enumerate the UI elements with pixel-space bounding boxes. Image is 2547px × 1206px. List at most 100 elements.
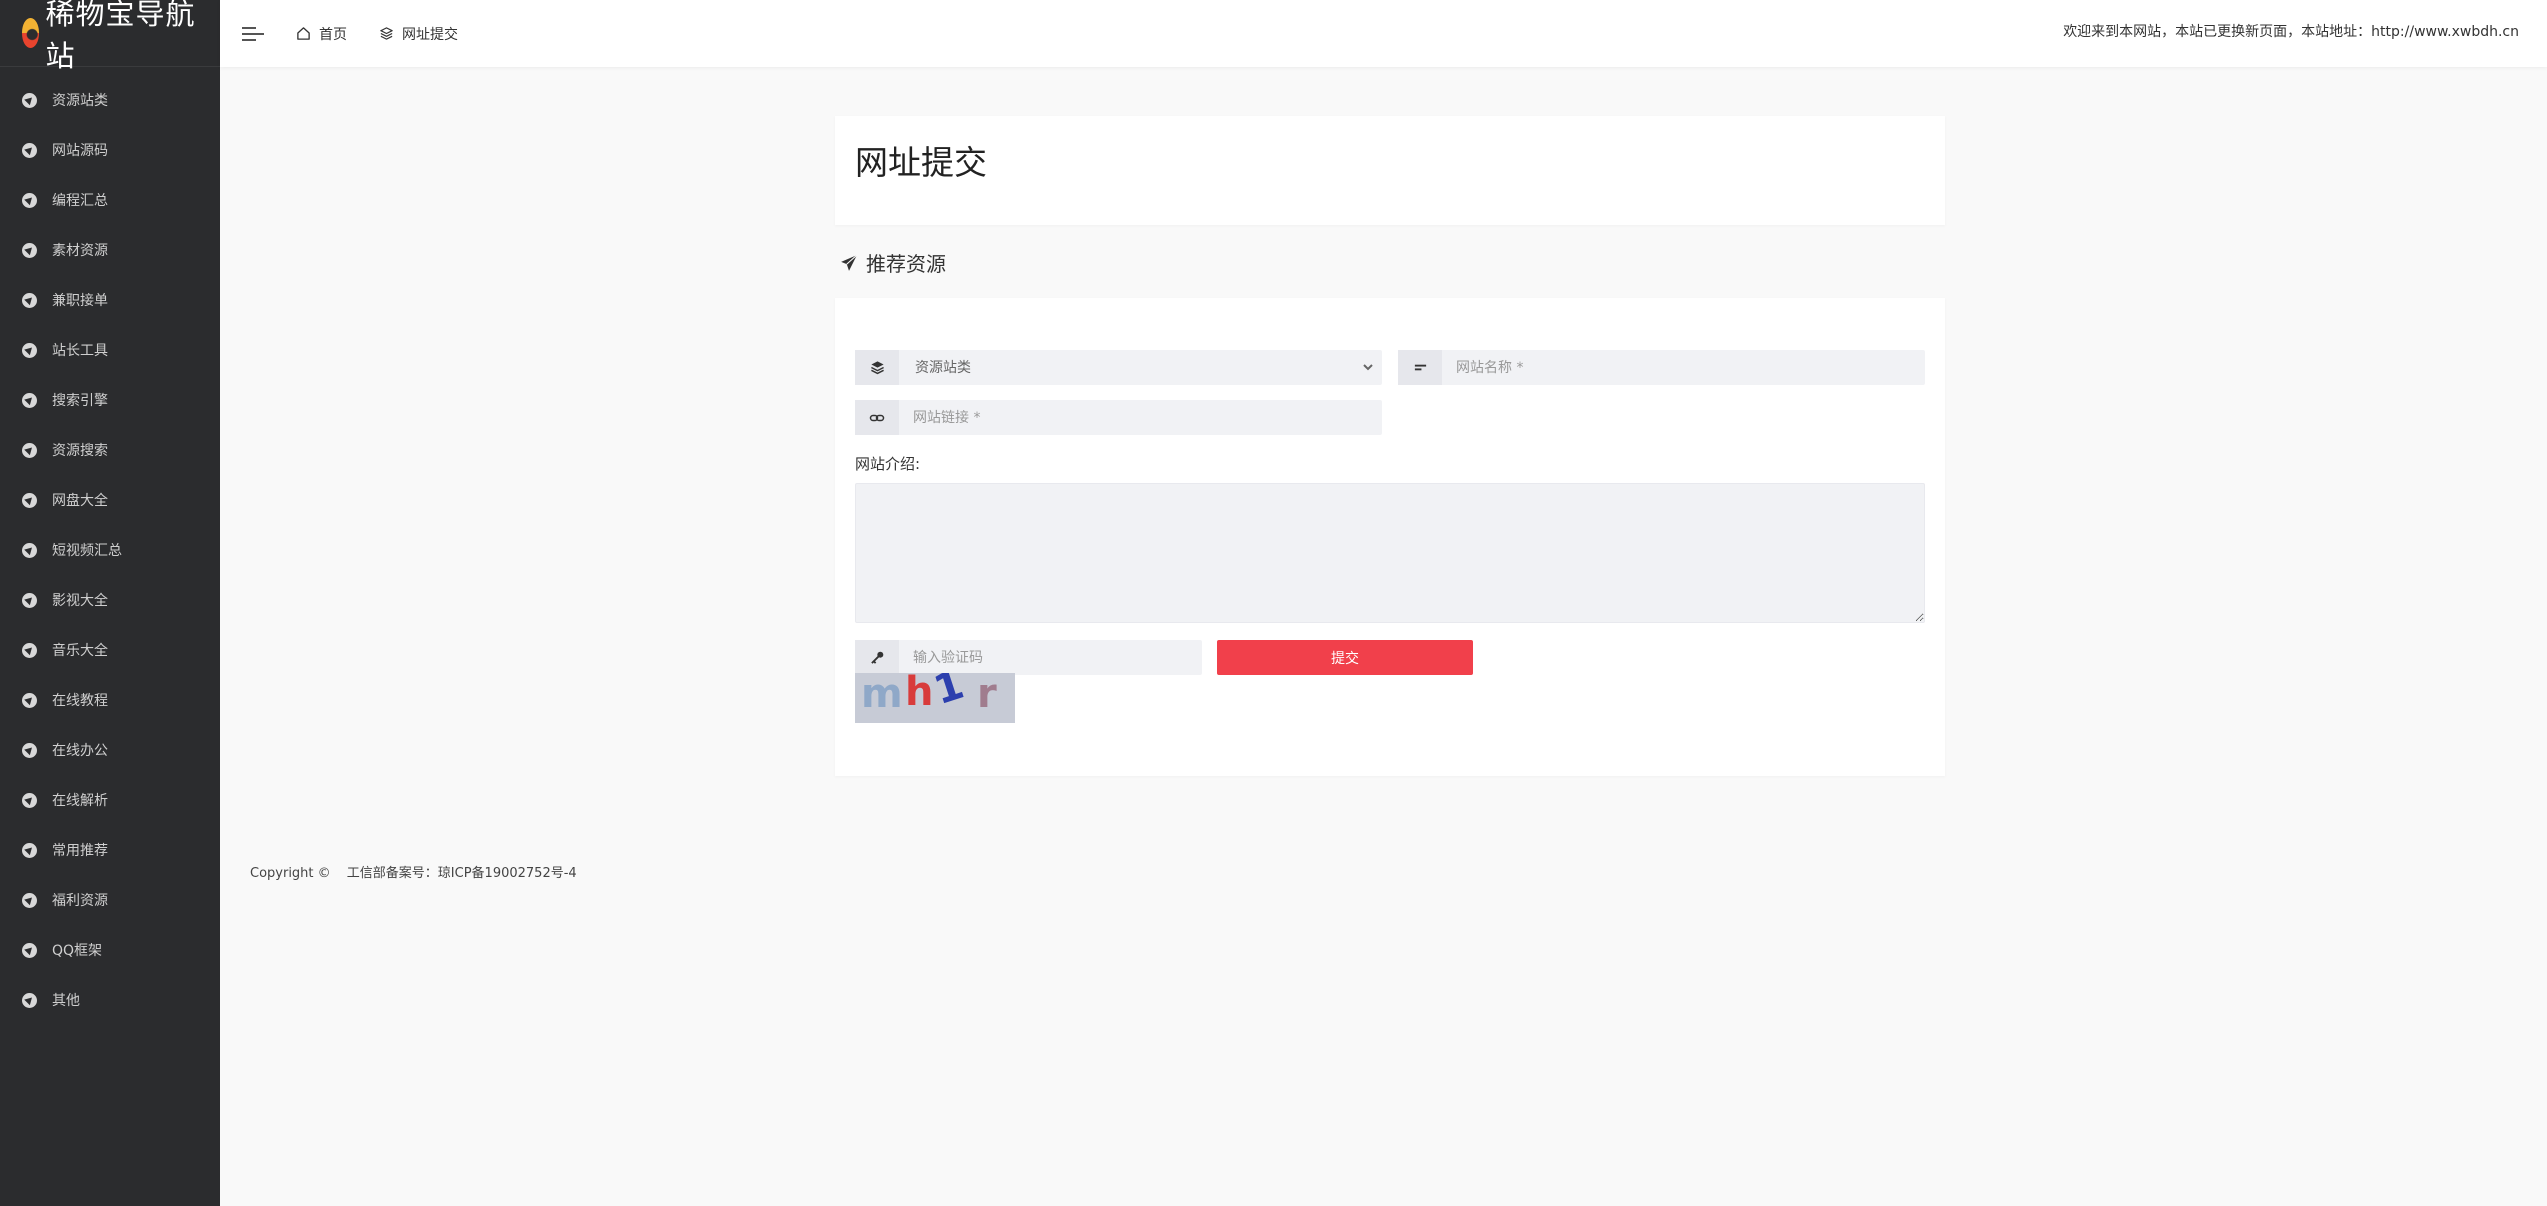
captcha-input[interactable] bbox=[899, 640, 1202, 675]
sidebar-item[interactable]: 在线办公 bbox=[0, 725, 220, 775]
compass-icon bbox=[22, 692, 37, 708]
compass-icon bbox=[22, 392, 37, 408]
compass-icon bbox=[22, 242, 37, 258]
sidebar: 稀物宝导航站 资源站类 网站源码 编程汇总 素材资源 兼职接单 站长工具 搜索引… bbox=[0, 0, 220, 1206]
nav-home-label: 首页 bbox=[319, 26, 347, 43]
sidebar-item[interactable]: QQ框架 bbox=[0, 925, 220, 975]
section-title: 推荐资源 bbox=[866, 252, 946, 276]
sidebar-item-label: 在线解析 bbox=[52, 793, 108, 809]
sidebar-item[interactable]: 素材资源 bbox=[0, 225, 220, 275]
site-logo[interactable]: 稀物宝导航站 bbox=[0, 0, 220, 73]
sidebar-item[interactable]: 其他 bbox=[0, 975, 220, 1025]
site-link-addon bbox=[855, 400, 899, 435]
page-footer: Copyright © 工信部备案号：琼ICP备19002752号-4 bbox=[250, 862, 589, 881]
sidebar-item[interactable]: 在线教程 bbox=[0, 675, 220, 725]
sidebar-item-label: 其他 bbox=[52, 993, 80, 1009]
compass-icon bbox=[22, 342, 37, 358]
captcha-char: h bbox=[905, 673, 934, 715]
sidebar-item[interactable]: 音乐大全 bbox=[0, 625, 220, 675]
sidebar-item-label: 福利资源 bbox=[52, 893, 108, 909]
sidebar-item-label: 常用推荐 bbox=[52, 843, 108, 859]
compass-icon bbox=[22, 542, 37, 558]
intro-textarea[interactable] bbox=[855, 483, 1925, 623]
sidebar-nav: 资源站类 网站源码 编程汇总 素材资源 兼职接单 站长工具 搜索引擎 资源搜索 … bbox=[0, 67, 220, 1025]
site-link-input[interactable] bbox=[899, 400, 1382, 435]
compass-icon bbox=[22, 992, 37, 1008]
sidebar-item[interactable]: 网站源码 bbox=[0, 125, 220, 175]
section-heading: 推荐资源 bbox=[840, 248, 946, 277]
sidebar-item-label: 在线办公 bbox=[52, 743, 108, 759]
welcome-message: 欢迎来到本网站，本站已更换新页面，本站地址：http://www.xwbdh.c… bbox=[2063, 24, 2519, 40]
site-name: 稀物宝导航站 bbox=[45, 0, 196, 73]
sidebar-item-label: 网盘大全 bbox=[52, 493, 108, 509]
site-name-addon bbox=[1398, 350, 1442, 385]
sidebar-item[interactable]: 兼职接单 bbox=[0, 275, 220, 325]
sidebar-item[interactable]: 福利资源 bbox=[0, 875, 220, 925]
sidebar-item[interactable]: 编程汇总 bbox=[0, 175, 220, 225]
nav-submit-label: 网址提交 bbox=[402, 26, 458, 43]
key-icon bbox=[870, 651, 883, 664]
compass-icon bbox=[22, 892, 37, 908]
nav-submit-link[interactable]: 网址提交 bbox=[379, 24, 458, 44]
submit-form: 资源站类 网站介绍: 提交 m h 1 r bbox=[835, 298, 1945, 776]
sidebar-item-label: 短视频汇总 bbox=[52, 543, 122, 559]
sidebar-item[interactable]: 资源站类 bbox=[0, 75, 220, 125]
compass-icon bbox=[22, 192, 37, 208]
compass-icon bbox=[22, 842, 37, 858]
compass-icon bbox=[22, 492, 37, 508]
site-name-field bbox=[1398, 350, 1925, 385]
top-header: 首页 网址提交 欢迎来到本网站，本站已更换新页面，本站地址：http://www… bbox=[220, 0, 2547, 67]
captcha-field bbox=[855, 640, 1202, 675]
compass-icon bbox=[22, 942, 37, 958]
compass-icon bbox=[22, 292, 37, 308]
captcha-char: r bbox=[977, 673, 997, 717]
sidebar-item-label: 素材资源 bbox=[52, 243, 108, 259]
sidebar-item-label: 网站源码 bbox=[52, 143, 108, 159]
intro-label: 网站介绍: bbox=[855, 455, 921, 473]
copyright-text: Copyright © bbox=[250, 866, 331, 881]
captcha-char: 1 bbox=[928, 673, 970, 715]
compass-icon bbox=[22, 592, 37, 608]
sidebar-item[interactable]: 在线解析 bbox=[0, 775, 220, 825]
paper-plane-icon bbox=[841, 254, 858, 271]
logo-icon bbox=[22, 18, 40, 48]
sidebar-item[interactable]: 资源搜索 bbox=[0, 425, 220, 475]
compass-icon bbox=[22, 642, 37, 658]
submit-button[interactable]: 提交 bbox=[1217, 640, 1473, 675]
category-select[interactable]: 资源站类 bbox=[899, 350, 1376, 385]
nav-home-link[interactable]: 首页 bbox=[296, 24, 347, 44]
sidebar-item-label: QQ框架 bbox=[52, 943, 103, 959]
icp-link[interactable]: 工信部备案号：琼ICP备19002752号-4 bbox=[347, 866, 577, 881]
sidebar-item-label: 搜索引擎 bbox=[52, 393, 108, 409]
sidebar-item-label: 在线教程 bbox=[52, 693, 108, 709]
sidebar-item[interactable]: 短视频汇总 bbox=[0, 525, 220, 575]
compass-icon bbox=[22, 792, 37, 808]
compass-icon bbox=[22, 92, 37, 108]
sidebar-item-label: 音乐大全 bbox=[52, 643, 108, 659]
sidebar-item[interactable]: 影视大全 bbox=[0, 575, 220, 625]
compass-icon bbox=[22, 742, 37, 758]
sidebar-item-label: 站长工具 bbox=[52, 343, 108, 359]
category-field: 资源站类 bbox=[855, 350, 1382, 385]
sidebar-item[interactable]: 常用推荐 bbox=[0, 825, 220, 875]
sidebar-item[interactable]: 网盘大全 bbox=[0, 475, 220, 525]
sidebar-item-label: 资源站类 bbox=[52, 93, 108, 109]
captcha-addon bbox=[855, 640, 899, 675]
sidebar-item[interactable]: 搜索引擎 bbox=[0, 375, 220, 425]
captcha-char: m bbox=[861, 673, 903, 717]
page-title-card: 网址提交 bbox=[835, 116, 1945, 225]
menu-toggle-icon[interactable] bbox=[242, 25, 264, 43]
sidebar-item-label: 兼职接单 bbox=[52, 293, 108, 309]
layers-icon bbox=[380, 27, 393, 40]
align-left-icon bbox=[1414, 364, 1426, 371]
sidebar-item[interactable]: 站长工具 bbox=[0, 325, 220, 375]
page-title: 网址提交 bbox=[855, 143, 987, 182]
category-addon bbox=[855, 350, 899, 385]
site-name-input[interactable] bbox=[1442, 350, 1925, 385]
compass-icon bbox=[22, 142, 37, 158]
sidebar-item-label: 资源搜索 bbox=[52, 443, 108, 459]
home-icon bbox=[297, 27, 310, 40]
site-link-field bbox=[855, 400, 1382, 435]
compass-icon bbox=[22, 442, 37, 458]
captcha-image[interactable]: m h 1 r bbox=[855, 673, 1015, 723]
